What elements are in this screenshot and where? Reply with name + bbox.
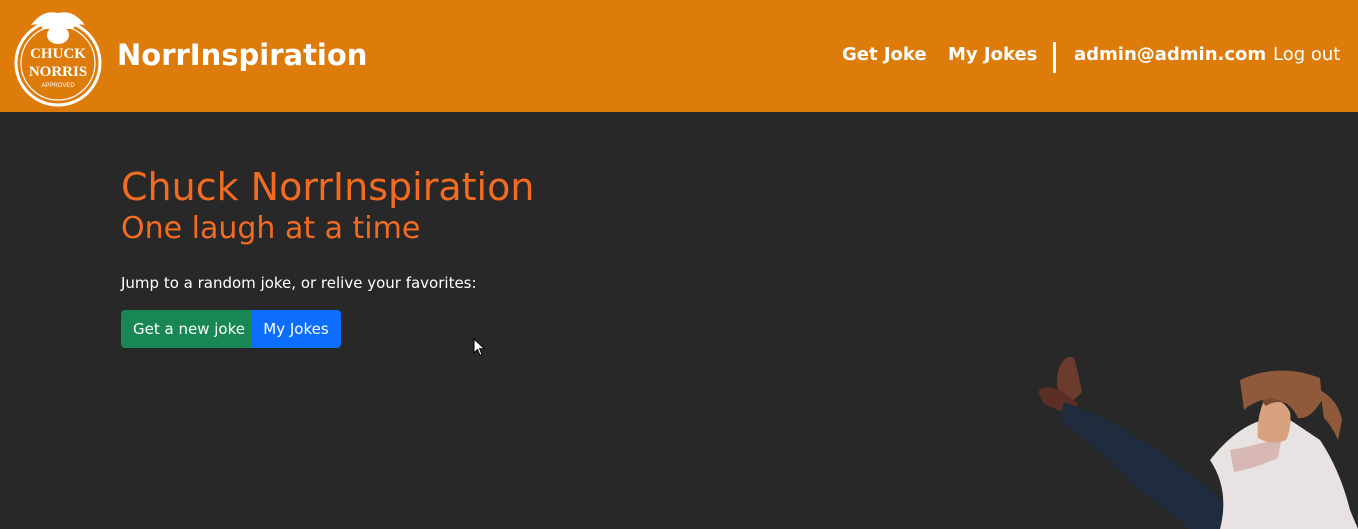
hero-title: Chuck NorrInspiration	[121, 165, 535, 209]
hero-button-group: Get a new joke My Jokes	[121, 310, 341, 348]
hero-lead-text: Jump to a random joke, or relive your fa…	[121, 274, 477, 292]
chuck-norris-kick-image	[1038, 357, 1358, 529]
nav-logout[interactable]: Log out	[1273, 42, 1340, 68]
brand-title[interactable]: NorrInspiration	[117, 36, 367, 74]
hero-subtitle: One laugh at a time	[121, 211, 421, 246]
svg-text:CHUCK: CHUCK	[30, 46, 86, 62]
mouse-cursor-icon	[473, 338, 486, 357]
navbar: CHUCK NORRIS APPROVED NorrInspiration Ge…	[0, 0, 1358, 112]
nav-get-joke[interactable]: Get Joke	[842, 42, 927, 68]
get-new-joke-button[interactable]: Get a new joke	[121, 310, 251, 348]
svg-text:NORRIS: NORRIS	[29, 64, 87, 80]
nav-user-email[interactable]: admin@admin.com	[1074, 42, 1266, 68]
svg-text:APPROVED: APPROVED	[41, 83, 75, 89]
nav-divider	[1053, 42, 1056, 73]
nav-my-jokes[interactable]: My Jokes	[948, 42, 1037, 68]
my-jokes-button[interactable]: My Jokes	[251, 310, 341, 348]
chuck-norris-logo[interactable]: CHUCK NORRIS APPROVED	[13, 3, 103, 107]
